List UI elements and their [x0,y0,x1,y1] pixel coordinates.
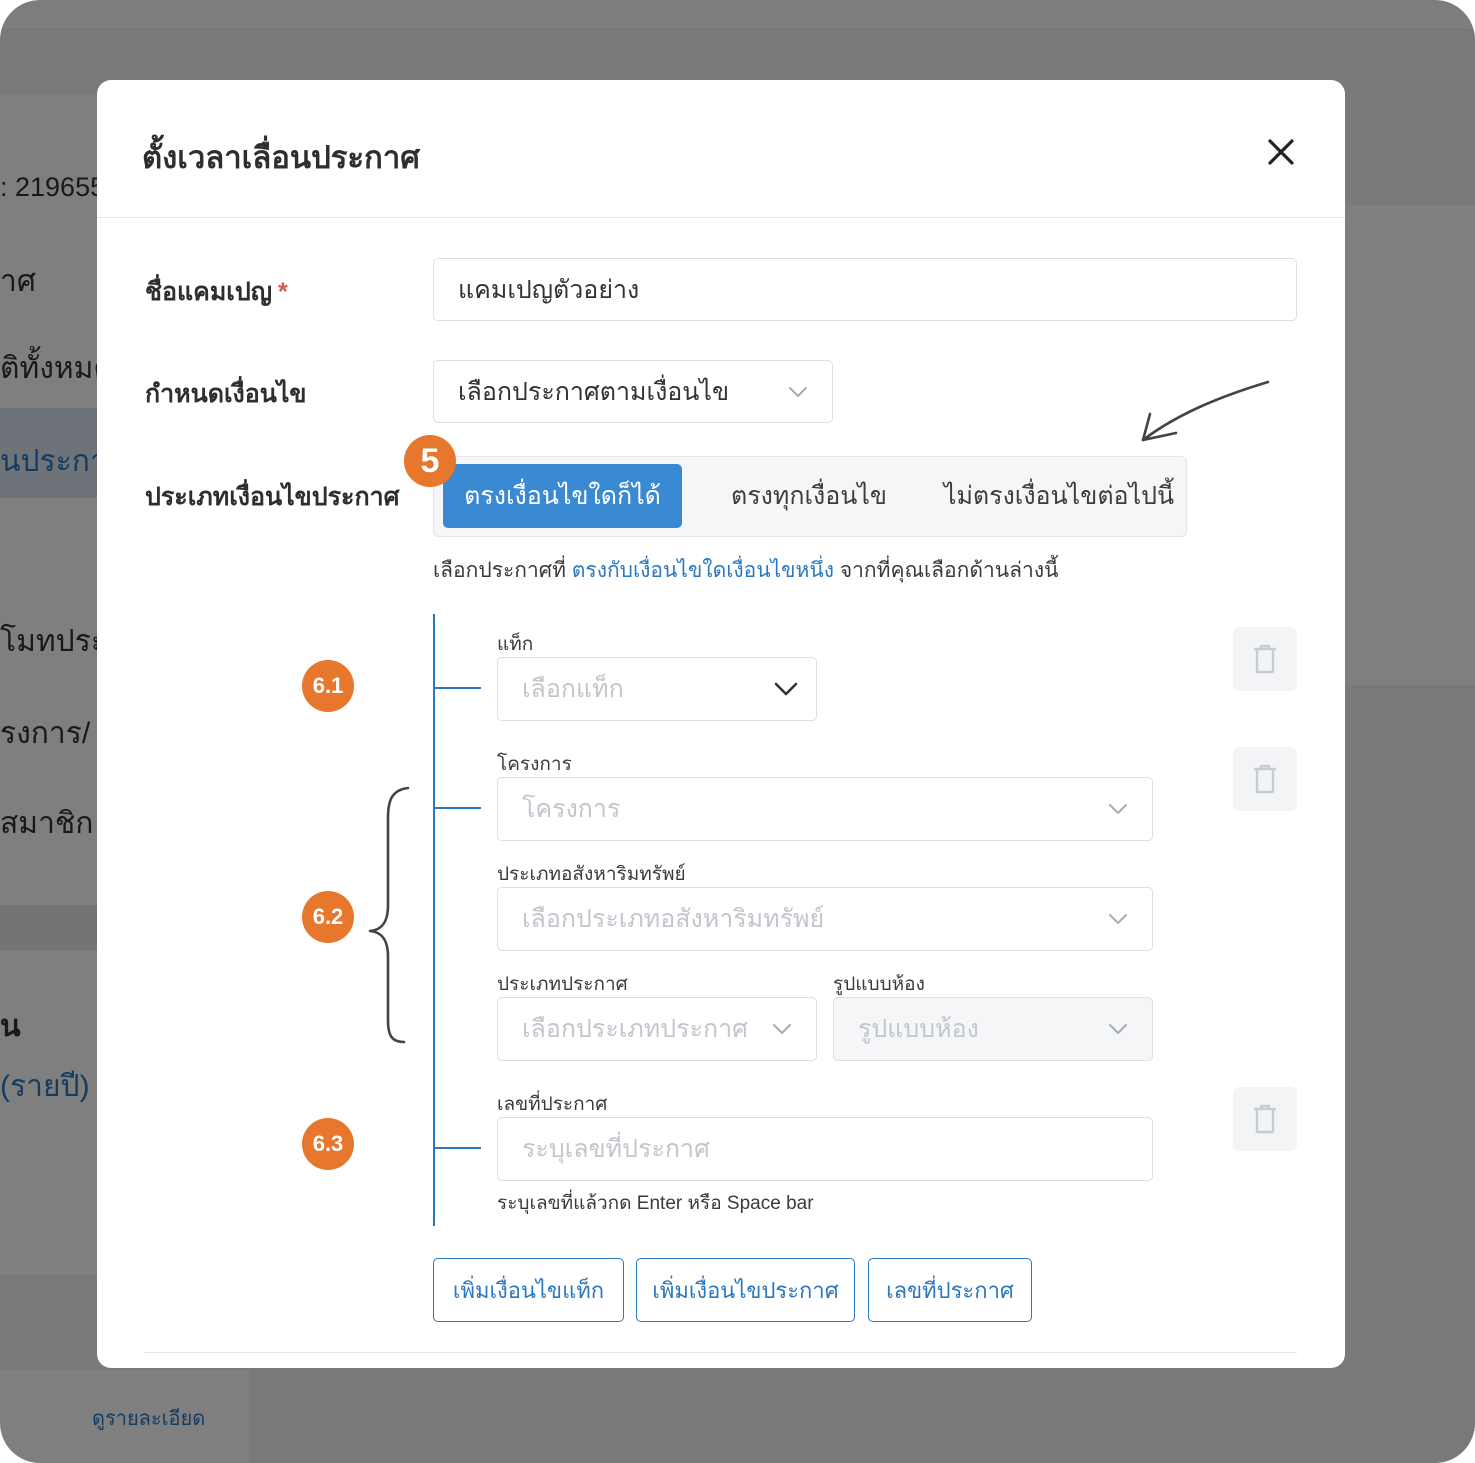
condition-type-label: ประเภทเงื่อนไขประกาศ [145,483,400,511]
chevron-down-icon [1109,1024,1127,1034]
listing-type-placeholder: เลือกประเภทประกาศ [522,1015,749,1043]
tree-branch-number [433,1147,481,1149]
add-tag-condition-button[interactable]: เพิ่มเงื่อนไขแท็ก [433,1258,624,1322]
condition-type-segmented-control: ตรงเงื่อนไขใดก็ได้ ตรงทุกเงื่อนไข ไม่ตรง… [433,456,1187,537]
step-badge-6-3: 6.3 [302,1118,354,1170]
listing-number-help: ระบุเลขที่แล้วกด Enter หรือ Space bar [497,1193,814,1214]
close-button[interactable] [1259,130,1303,174]
step-badge-6-2: 6.2 [302,891,354,943]
schedule-modal: ตั้งเวลาเลื่อนประกาศ ชื่อแคมเปญ * แคมเปญต… [97,80,1345,1368]
trash-icon [1254,644,1276,674]
property-type-placeholder: เลือกประเภทอสังหาริมทรัพย์ [522,905,825,933]
condition-select-value: เลือกประกาศตามเงื่อนไข [458,377,730,406]
screen-frame: : 219655 าศ ติทั้งหมด นประกาศ โมทประกาศ … [0,0,1475,1463]
chevron-down-icon [1109,914,1127,924]
room-type-select: รูปแบบห้อง [833,997,1153,1061]
modal-header: ตั้งเวลาเลื่อนประกาศ [97,80,1345,218]
campaign-name-label-text: ชื่อแคมเปญ [145,278,273,306]
tag-label: แท็ก [497,634,534,655]
hint-prefix: เลือกประกาศที่ [433,559,572,582]
delete-listing-condition-button[interactable] [1233,747,1297,811]
delete-tag-condition-button[interactable] [1233,627,1297,691]
property-type-select[interactable]: เลือกประเภทอสังหาริมทรัพย์ [497,887,1153,951]
room-type-label: รูปแบบห้อง [833,974,925,995]
step-badge-5: 5 [404,435,456,487]
campaign-name-input[interactable]: แคมเปญตัวอย่าง [433,258,1297,321]
required-mark: * [278,278,288,306]
delete-number-condition-button[interactable] [1233,1087,1297,1151]
add-listing-condition-button[interactable]: เพิ่มเงื่อนไขประกาศ [636,1258,855,1322]
tag-select[interactable]: เลือกแท็ก [497,657,817,721]
hint-link[interactable]: ตรงกับเงื่อนไขใดเงื่อนไขหนึ่ง [572,559,834,582]
campaign-name-label: ชื่อแคมเปญ * [145,272,288,312]
tag-select-placeholder: เลือกแท็ก [522,675,624,703]
campaign-name-value: แคมเปญตัวอย่าง [458,275,640,304]
chevron-down-icon [774,682,798,696]
tree-branch-listing [433,807,481,809]
step-badge-6-1: 6.1 [302,660,354,712]
chevron-down-icon [773,1024,791,1034]
add-listing-number-button[interactable]: เลขที่ประกาศ [868,1258,1032,1322]
room-type-placeholder: รูปแบบห้อง [858,1015,979,1043]
segment-match-any[interactable]: ตรงเงื่อนไขใดก็ได้ [443,464,682,528]
project-label: โครงการ [497,754,572,775]
chevron-down-icon [1109,804,1127,814]
listing-type-select[interactable]: เลือกประเภทประกาศ [497,997,817,1061]
close-icon [1268,139,1294,165]
project-select-placeholder: โครงการ [522,795,621,823]
trash-icon [1254,1104,1276,1134]
modal-bottom-divider [144,1352,1297,1353]
listing-number-label: เลขที่ประกาศ [497,1094,608,1115]
chevron-down-icon [789,386,807,397]
condition-label: กำหนดเงื่อนไข [145,380,307,408]
condition-select[interactable]: เลือกประกาศตามเงื่อนไข [433,360,833,423]
project-select[interactable]: โครงการ [497,777,1153,841]
trash-icon [1254,764,1276,794]
segment-match-none[interactable]: ไม่ตรงเงื่อนไขต่อไปนี้ [934,464,1184,528]
listing-number-input[interactable]: ระบุเลขที่ประกาศ [497,1117,1153,1181]
hint-suffix: จากที่คุณเลือกด้านล่างนี้ [833,559,1059,582]
listing-number-placeholder: ระบุเลขที่ประกาศ [522,1135,710,1163]
listing-type-label: ประเภทประกาศ [497,974,628,995]
segment-match-all[interactable]: ตรงทุกเงื่อนไข [689,464,929,528]
condition-hint: เลือกประกาศที่ ตรงกับเงื่อนไขใดเงื่อนไขห… [433,554,1058,587]
condition-tree-line [433,614,435,1226]
tree-branch-tag [433,687,481,689]
modal-title: ตั้งเวลาเลื่อนประกาศ [142,140,420,175]
property-type-label: ประเภทอสังหาริมทรัพย์ [497,864,686,885]
